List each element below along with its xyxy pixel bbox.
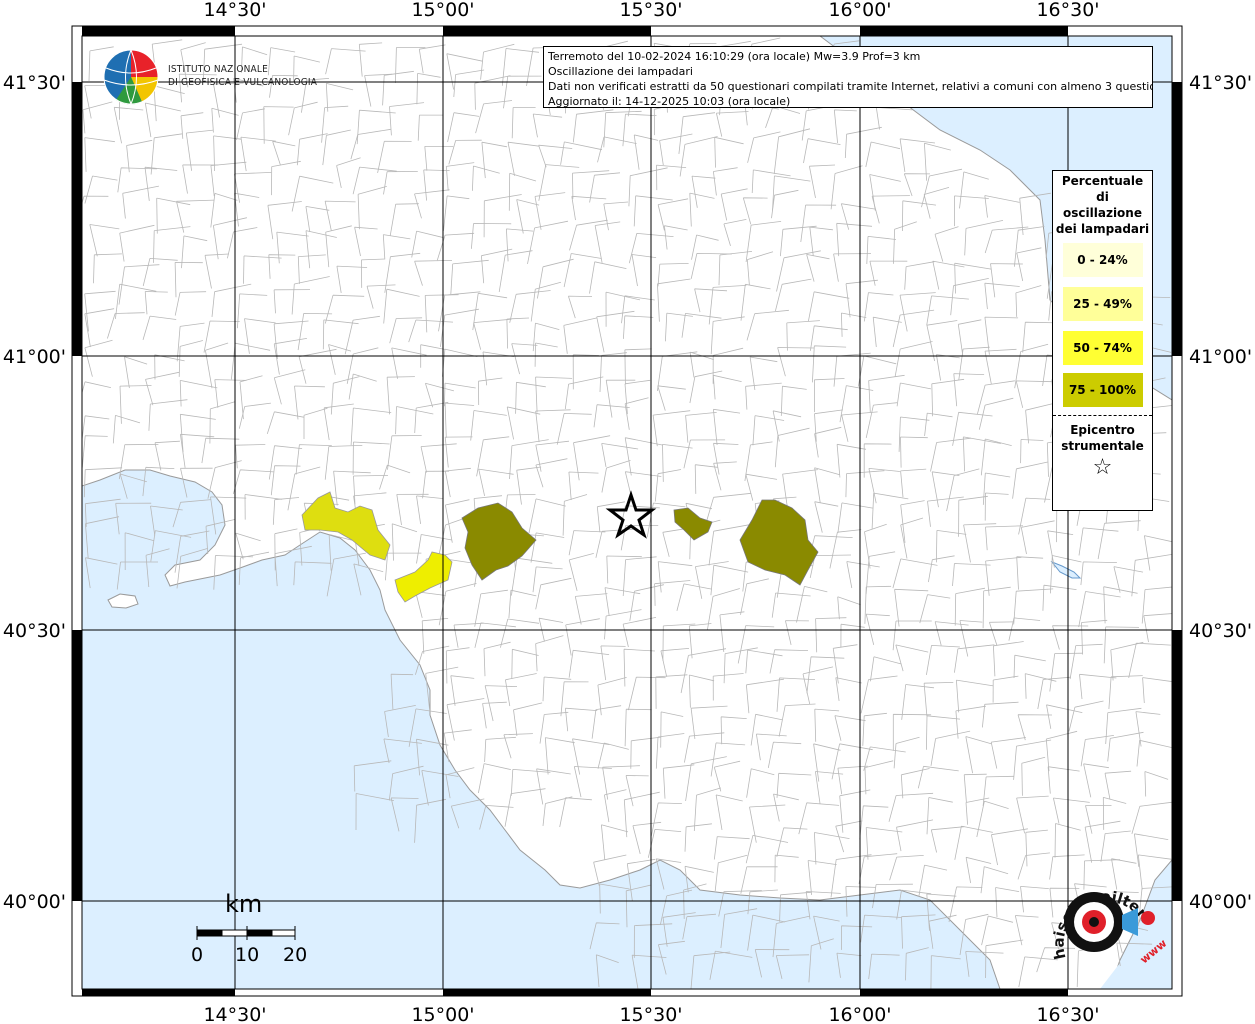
legend-star-icon: ☆ [1092, 455, 1113, 480]
ingv-globe-icon [103, 49, 159, 105]
tick-bottom-1: 14°30' [203, 1004, 266, 1024]
tick-bottom-5: 16°30' [1036, 1004, 1099, 1024]
legend-item-0: 0 - 24% [1062, 243, 1143, 277]
tick-right-1: 41°30' [1189, 72, 1252, 94]
legend-item-3: 75 - 100% [1062, 373, 1143, 407]
legend-separator [1053, 415, 1152, 416]
legend-item-1: 25 - 49% [1062, 287, 1143, 321]
tick-right-4: 40°00' [1189, 891, 1252, 913]
tick-bottom-2: 15°00' [411, 1004, 474, 1024]
ingv-name: ISTITUTO NAZIONALE DI GEOFISICA E VULCAN… [168, 63, 317, 89]
info-line-4: Aggiornato il: 14-12-2025 10:03 (ora loc… [548, 95, 791, 108]
hst-www: www. [1138, 935, 1166, 967]
tick-top-3: 15°30' [619, 0, 682, 21]
legend-title: Percentuale di oscillazione dei lampadar… [1055, 174, 1150, 236]
ingv-name-line1: ISTITUTO NAZIONALE [168, 64, 268, 75]
info-line-1: Terremoto del 10-02-2024 16:10:29 (ora l… [548, 50, 921, 63]
earthquake-info-box: Terremoto del 10-02-2024 16:10:29 (ora l… [543, 46, 1153, 108]
tick-left-1: 41°30' [3, 72, 66, 94]
ingv-name-line2: DI GEOFISICA E VULCANOLOGIA [168, 77, 318, 88]
tick-right-3: 40°30' [1189, 620, 1252, 642]
tick-left-2: 41°00' [3, 346, 66, 368]
tick-bottom-3: 15°30' [619, 1004, 682, 1024]
scale-label-20: 20 [283, 944, 308, 966]
tick-bottom-4: 16°00' [828, 1004, 891, 1024]
scale-unit: km [225, 890, 263, 918]
scale-label-0: 0 [191, 944, 204, 966]
info-line-3: Dati non verificati estratti da 50 quest… [548, 80, 1153, 93]
tick-left-4: 40°00' [3, 891, 66, 913]
legend-epicenter-label: Epicentro strumentale [1061, 423, 1144, 453]
tick-right-2: 41°00' [1189, 346, 1252, 368]
legend-item-2: 50 - 74% [1062, 331, 1143, 365]
tick-top-1: 14°30' [203, 0, 266, 21]
scale-label-10: 10 [235, 944, 260, 966]
tick-top-4: 16°00' [828, 0, 891, 21]
legend: Percentuale di oscillazione dei lampadar… [1052, 170, 1153, 511]
tick-top-5: 16°30' [1036, 0, 1099, 21]
tick-left-3: 40°30' [3, 620, 66, 642]
hst-logo: haisentitoilterremoto.it www. [1036, 860, 1166, 967]
info-line-2: Oscillazione dei lampadari [548, 65, 693, 78]
tick-top-2: 15°00' [411, 0, 474, 21]
